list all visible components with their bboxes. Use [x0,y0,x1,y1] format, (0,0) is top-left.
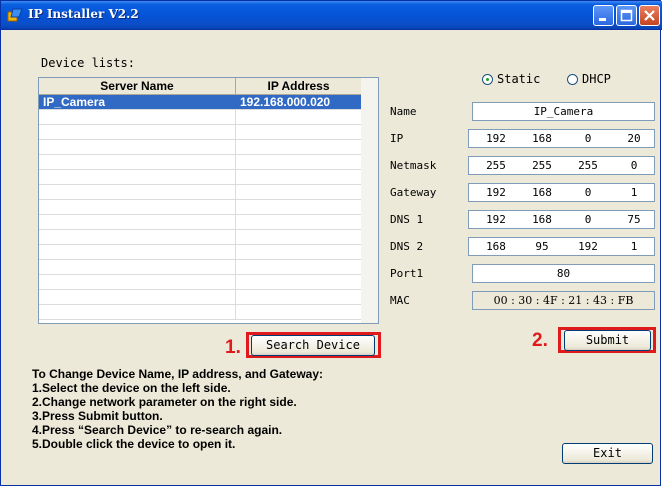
instruction-line: 3.Press Submit button. [32,409,163,423]
table-row [39,260,362,275]
table-row [39,185,362,200]
minimize-button[interactable] [593,5,614,26]
dns2-octet-1[interactable]: 168 [480,238,512,255]
column-header-server-name[interactable]: Server Name [39,78,236,95]
minimize-icon [599,18,606,21]
dns2-field[interactable]: 168 95 192 1 [468,237,655,256]
device-name-cell: IP_Camera [43,95,106,109]
static-radio-label[interactable]: Static [497,72,540,86]
ip-octet-4[interactable]: 20 [618,130,650,147]
table-row [39,200,362,215]
dns1-octet-3[interactable]: 0 [572,211,604,228]
step-1-marker: 1. [225,337,241,358]
dns2-octet-4[interactable]: 1 [618,238,650,255]
ip-octet-3[interactable]: 0 [572,130,604,147]
maximize-icon [620,9,633,22]
port-field[interactable]: 80 [472,264,655,283]
dns1-field[interactable]: 192 168 0 75 [468,210,655,229]
netmask-octet-3[interactable]: 255 [572,157,604,174]
gateway-octet-3[interactable]: 0 [572,184,604,201]
static-radio[interactable] [482,74,493,85]
netmask-octet-2[interactable]: 255 [526,157,558,174]
instruction-line: 5.Double click the device to open it. [32,437,236,451]
dns1-label: DNS 1 [390,213,424,226]
dns2-octet-2[interactable]: 95 [526,238,558,255]
instruction-line: 1.Select the device on the left side. [32,381,231,395]
table-row [39,245,362,260]
netmask-label: Netmask [390,159,437,172]
gateway-octet-4[interactable]: 1 [618,184,650,201]
gateway-label: Gateway [390,186,437,199]
instruction-line: To Change Device Name, IP address, and G… [32,367,323,381]
close-button[interactable] [639,5,660,26]
search-device-button[interactable]: Search Device [251,335,375,356]
dns1-octet-2[interactable]: 168 [526,211,558,228]
netmask-field[interactable]: 255 255 255 0 [468,156,655,175]
netmask-octet-1[interactable]: 255 [480,157,512,174]
mac-field: 00 : 30 : 4F : 21 : 43 : FB [472,291,655,310]
dns2-octet-3[interactable]: 192 [572,238,604,255]
name-label: Name [390,105,417,118]
close-icon [644,10,655,21]
table-row [39,275,362,290]
step-2-marker: 2. [532,330,548,351]
table-row [39,290,362,305]
table-row [39,230,362,245]
ip-octet-1[interactable]: 192 [480,130,512,147]
device-lists-label: Device lists: [41,56,135,70]
window-title: IP Installer V2.2 [28,7,139,21]
port-label: Port1 [390,267,424,280]
device-row-ip-camera[interactable]: IP_Camera 192.168.000.020 [39,95,362,110]
dhcp-radio-label[interactable]: DHCP [582,72,611,86]
gateway-octet-2[interactable]: 168 [526,184,558,201]
maximize-button[interactable] [616,5,637,26]
instruction-line: 2.Change network parameter on the right … [32,395,297,409]
ip-field[interactable]: 192 168 0 20 [468,129,655,148]
mac-label: MAC [390,294,410,307]
name-field[interactable]: IP_Camera [472,102,655,121]
gateway-octet-1[interactable]: 192 [480,184,512,201]
dhcp-radio[interactable] [567,74,578,85]
ip-octet-2[interactable]: 168 [526,130,558,147]
table-row [39,140,362,155]
gateway-field[interactable]: 192 168 0 1 [468,183,655,202]
submit-button[interactable]: Submit [564,330,651,351]
device-ip-cell: 192.168.000.020 [240,95,331,109]
table-row [39,305,362,320]
exit-button[interactable]: Exit [562,443,653,464]
column-header-ip-address[interactable]: IP Address [236,78,362,95]
dns2-label: DNS 2 [390,240,424,253]
vertical-scrollbar[interactable] [361,78,378,323]
title-bar[interactable]: IP Installer V2.2 [1,1,662,30]
table-row [39,170,362,185]
app-icon [7,7,23,23]
netmask-octet-4[interactable]: 0 [618,157,650,174]
device-list[interactable]: Server Name IP Address IP_Camera 192.168… [38,77,379,324]
instruction-line: 4.Press “Search Device” to re-search aga… [32,423,283,437]
table-row [39,110,362,125]
table-row [39,155,362,170]
table-row [39,125,362,140]
table-row [39,215,362,230]
ip-label: IP [390,132,404,145]
ip-installer-window: IP Installer V2.2 Device lists: Server N… [0,0,662,486]
dns1-octet-1[interactable]: 192 [480,211,512,228]
dns1-octet-4[interactable]: 75 [618,211,650,228]
